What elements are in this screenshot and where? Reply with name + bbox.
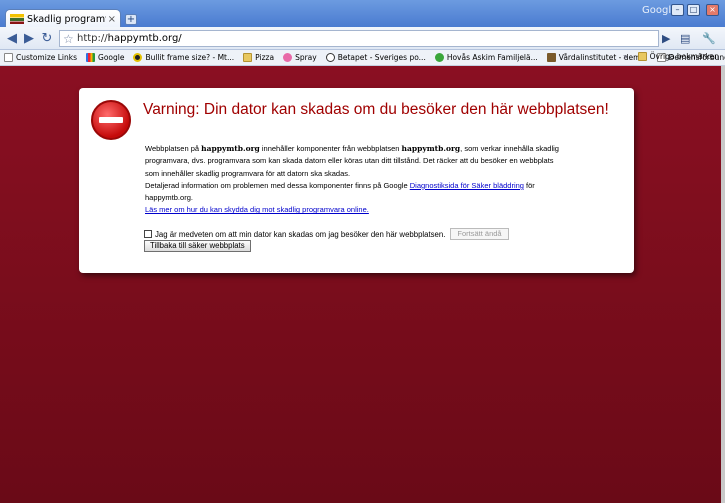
site-name: happymtb.org <box>201 144 260 153</box>
warning-body: Webbplatsen på happymtb.org innehåller k… <box>145 144 559 215</box>
vardal-icon <box>546 53 556 62</box>
acknowledge-label[interactable]: Jag är medveten om att min dator kan ska… <box>155 230 445 239</box>
bullit-icon <box>133 53 143 62</box>
warning-heading: Varning: Din dator kan skadas om du besö… <box>143 101 609 118</box>
bookmarks-bar: Customize Links Google Bullit frame size… <box>0 50 725 66</box>
new-tab-button[interactable]: + <box>125 14 137 25</box>
navigation-toolbar: ◀ ▶ ↻ ☆ http://happymtb.org/ ▶ ▤ 🔧 <box>0 27 725 50</box>
address-bar[interactable]: ☆ http://happymtb.org/ <box>59 30 659 47</box>
tab-close-icon[interactable]: × <box>108 14 116 25</box>
maximize-button[interactable]: □ <box>687 4 700 16</box>
stop-icon <box>91 100 131 140</box>
bookmark-vardal[interactable]: Vårdalinstitutet - dem... <box>546 53 648 62</box>
betapet-icon <box>325 53 335 62</box>
learn-more-link[interactable]: Läs mer om hur du kan skydda dig mot ska… <box>145 205 369 214</box>
folder-icon <box>243 53 253 62</box>
tab-title: Skadlig programvara har u... <box>27 13 106 25</box>
warning-favicon-icon <box>10 14 24 24</box>
bookmark-customize-links[interactable]: Customize Links <box>4 53 77 62</box>
bookmarks-overflow-chevron-icon[interactable]: » <box>623 52 628 61</box>
bookmark-star-icon[interactable]: ☆ <box>63 31 74 47</box>
bookmark-bullit[interactable]: Bullit frame size? - Mt... <box>133 53 234 62</box>
diagnostic-page-link[interactable]: Diagnostiksida för Säker bläddring <box>410 181 524 190</box>
wrench-icon[interactable]: 🔧 <box>702 32 716 45</box>
url-host: happymtb.org/ <box>107 33 182 44</box>
bookmark-google[interactable]: Google <box>86 53 124 62</box>
url-scheme: http:// <box>77 33 108 44</box>
spray-icon <box>283 53 293 62</box>
back-button[interactable]: ◀ <box>4 31 20 47</box>
minimize-button[interactable]: – <box>671 4 684 16</box>
continue-anyway-button[interactable]: Fortsätt ändå <box>450 228 509 240</box>
close-window-button[interactable]: × <box>706 4 719 16</box>
bookmark-hovas[interactable]: Hovås Askim Familjelä... <box>434 53 538 62</box>
google-icon <box>86 53 96 62</box>
go-icon[interactable]: ▶ <box>662 32 670 45</box>
scrollbar[interactable] <box>721 66 725 503</box>
back-to-safety-button[interactable]: Tillbaka till säker webbplats <box>144 240 251 252</box>
hovas-icon <box>434 53 444 62</box>
title-bar: Skadlig programvara har u... × + Google … <box>0 0 725 28</box>
malware-warning-panel: Varning: Din dator kan skadas om du besö… <box>79 88 634 273</box>
other-bookmarks[interactable]: Övriga bokmärken <box>637 52 719 61</box>
page-icon <box>4 53 13 62</box>
site-name: happymtb.org <box>401 144 461 153</box>
acknowledge-checkbox[interactable] <box>144 230 152 238</box>
tab-active[interactable]: Skadlig programvara har u... × <box>5 9 121 28</box>
acknowledge-row: Jag är medveten om att min dator kan ska… <box>144 228 509 240</box>
folder-icon <box>637 52 647 61</box>
bookmark-spray[interactable]: Spray <box>283 53 317 62</box>
reload-button[interactable]: ↻ <box>39 31 55 47</box>
forward-button[interactable]: ▶ <box>21 31 37 47</box>
page-menu-icon[interactable]: ▤ <box>680 32 690 45</box>
bookmark-betapet[interactable]: Betapet - Sveriges po... <box>325 53 426 62</box>
bookmark-pizza[interactable]: Pizza <box>243 53 274 62</box>
